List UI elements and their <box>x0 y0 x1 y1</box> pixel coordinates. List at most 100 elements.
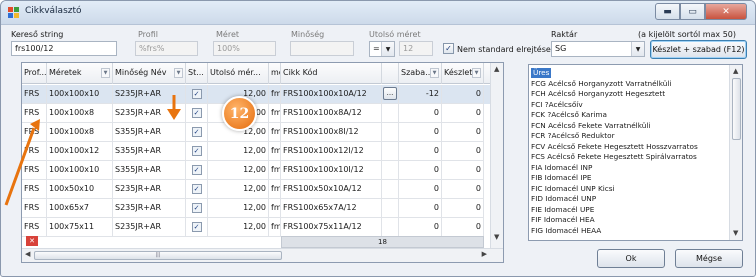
filter-dropdown-icon[interactable]: ▼ <box>472 68 481 78</box>
table-cell: S235JR+AR <box>113 85 186 104</box>
col-header-sizes[interactable]: Méretek ▼ <box>47 63 113 84</box>
standard-checkbox[interactable]: ✓ <box>191 184 202 194</box>
standard-checkbox[interactable]: ✓ <box>191 222 202 232</box>
list-item[interactable]: FCG Acélcső Horganyzott Varratnélküli <box>531 79 671 89</box>
list-item[interactable]: FIC Idomacél UNP Kicsi <box>531 184 615 194</box>
table-cell: S235JR+AR <box>113 180 186 199</box>
table-row[interactable]: FRS 100x50x10 S235JR+AR ✓ 12,00 fm FRS100x50x1… <box>22 180 503 199</box>
table-row[interactable]: FRS 100x100x8 S355JR+AR ✓ 12,00 fm FRS100x100x… <box>22 123 503 142</box>
list-item[interactable]: FIA Idomacél INP <box>531 163 592 173</box>
col-header-article-code[interactable]: Cikk Kód <box>281 63 382 84</box>
selection-limit-hint: (a kijelölt sortól max 50) <box>638 30 737 39</box>
list-vertical-scrollbar[interactable]: ▲ ▼ <box>729 65 742 240</box>
scroll-thumb[interactable]: ||| <box>34 251 282 260</box>
table-row[interactable]: FRS 100x100x10 S235JR+AR ✓ 12,00 fm FRS100x100… <box>22 85 503 104</box>
list-item[interactable]: FCV Acélcső Fekete Hegesztett Hosszvarra… <box>531 142 698 152</box>
table-cell <box>382 180 399 199</box>
table-cell: ✓ <box>186 142 208 161</box>
table-cell: 0 <box>442 104 484 123</box>
stock-free-button[interactable]: Készlet + szabad (F12) <box>650 40 747 59</box>
table-row[interactable]: FRS 100x100x10 S355JR+AR ✓ 12,00 fm FRS100x100… <box>22 161 503 180</box>
standard-checkbox[interactable]: ✓ <box>191 89 202 99</box>
list-item[interactable]: Üres <box>531 68 552 78</box>
scroll-right-icon[interactable]: ▶ <box>482 250 487 258</box>
col-header-free[interactable]: Szaba... ▼ <box>399 63 442 84</box>
nonstandard-checkbox[interactable]: ✓ <box>443 43 454 54</box>
list-item[interactable]: FIB Idomacél IPE <box>531 173 592 183</box>
table-cell: FRS100x100x10I/12 <box>281 161 382 180</box>
chevron-down-icon: ▼ <box>381 42 394 56</box>
col-header-action[interactable] <box>382 63 399 84</box>
col-header-quality[interactable]: Minőség Név ▼ <box>113 63 186 84</box>
table-cell: ✓ <box>186 199 208 218</box>
list-item[interactable]: FCR ?Acélcső Reduktor <box>531 131 615 141</box>
row-details-button[interactable]: ... <box>383 87 397 100</box>
table-cell: ✓ <box>186 104 208 123</box>
table-cell <box>382 218 399 237</box>
standard-checkbox[interactable]: ✓ <box>191 203 202 213</box>
last-size-operator-select[interactable]: = ▼ <box>369 41 395 57</box>
grid-horizontal-scrollbar[interactable]: ◀ ||| ▶ <box>22 248 503 262</box>
row-count: 18 <box>281 236 484 248</box>
col-header-profile[interactable]: Prof... <box>22 63 47 84</box>
scroll-left-icon[interactable]: ◀ <box>25 250 30 258</box>
table-row[interactable]: FRS 100x75x11 S235JR+AR ✓ 12,00 fm FRS100x75x1… <box>22 218 503 237</box>
table-row[interactable]: FRS 100x65x7 S235JR+AR ✓ 12,00 fm FRS100x65x7A… <box>22 199 503 218</box>
table-cell: fm <box>269 142 281 161</box>
scroll-thumb[interactable] <box>732 78 741 140</box>
cancel-button[interactable]: Mégse <box>675 249 743 268</box>
filter-dropdown-icon[interactable]: ▼ <box>174 68 183 78</box>
list-item[interactable]: FID Idomacél UNP <box>531 194 596 204</box>
table-cell: FRS100x50x10A/12 <box>281 180 382 199</box>
maximize-button[interactable]: ▭ <box>680 3 705 20</box>
col-header-unit[interactable]: me <box>269 63 281 84</box>
table-cell: 0 <box>399 180 442 199</box>
chevron-down-icon: ▼ <box>631 42 644 56</box>
table-cell: ✓ <box>186 123 208 142</box>
list-item[interactable]: FIF Idomacél HEA <box>531 215 595 225</box>
filter-dropdown-icon[interactable]: ▼ <box>430 68 439 78</box>
minimize-button[interactable]: ▬ <box>655 3 680 20</box>
col-header-stock[interactable]: Készlet... ▼ <box>442 63 484 84</box>
list-item[interactable]: FCI ?Acélcsőív <box>531 100 583 110</box>
table-cell: -12 <box>399 85 442 104</box>
warehouse-select-value: SG <box>555 44 567 53</box>
table-cell: FRS100x65x7A/12 <box>281 199 382 218</box>
scroll-down-icon[interactable]: ▼ <box>494 233 499 241</box>
warehouse-select[interactable]: SG ▼ <box>551 41 645 57</box>
col-header-standard[interactable]: St... <box>186 63 208 84</box>
scroll-up-icon[interactable]: ▲ <box>494 65 499 73</box>
table-row[interactable]: FRS100x100x8S235JR+AR✓12,00fmFRS100x100x… <box>22 104 503 123</box>
app-icon <box>8 7 20 19</box>
table-cell: ... <box>382 85 399 104</box>
table-cell: 100x100x10 <box>47 161 113 180</box>
table-cell: 12,00 <box>208 180 269 199</box>
category-listbox[interactable]: Üres FCG Acélcső Horganyzott Varratnélkül… <box>528 64 743 241</box>
search-input[interactable]: frs100/12 <box>11 41 117 56</box>
filter-dropdown-icon[interactable]: ▼ <box>101 68 110 78</box>
table-cell: FRS <box>22 180 47 199</box>
list-item[interactable]: FCS Acélcső Fekete Hegesztett Spirálvarr… <box>531 152 697 162</box>
title-bar[interactable]: Cikkválasztó ▬ ▭ ✕ <box>1 1 755 25</box>
standard-checkbox[interactable]: ✓ <box>191 108 202 118</box>
standard-checkbox[interactable]: ✓ <box>191 127 202 137</box>
list-item[interactable]: FCN Acélcső Fekete Varratnélküli <box>531 121 650 131</box>
list-item[interactable]: FIE Idomacél UPE <box>531 205 594 215</box>
table-cell: FRS100x100x8A/12 <box>281 104 382 123</box>
table-cell: FRS100x75x11A/12 <box>281 218 382 237</box>
list-item[interactable]: FIG Idomacél HEAA <box>531 226 601 236</box>
grid-vertical-scrollbar[interactable]: ▲ ▼ <box>490 63 503 249</box>
ok-button[interactable]: Ok <box>597 249 665 268</box>
list-item[interactable]: FCK ?Acélcső Karima <box>531 110 607 120</box>
scroll-up-icon[interactable]: ▲ <box>733 67 738 75</box>
close-button[interactable]: ✕ <box>705 3 747 20</box>
table-cell: 12,00 <box>208 199 269 218</box>
scroll-down-icon[interactable]: ▼ <box>733 229 738 237</box>
list-item[interactable]: FCH Acélcső Horganyzott Hegesztett <box>531 89 665 99</box>
table-row[interactable]: FRS 100x100x12 S355JR+AR ✓ 12,00 fm FRS100x100… <box>22 142 503 161</box>
standard-checkbox[interactable]: ✓ <box>191 165 202 175</box>
col-header-last-size[interactable]: Utolsó mér... <box>208 63 269 84</box>
standard-checkbox[interactable]: ✓ <box>191 146 202 156</box>
table-cell: fm <box>269 104 281 123</box>
table-cell: fm <box>269 123 281 142</box>
